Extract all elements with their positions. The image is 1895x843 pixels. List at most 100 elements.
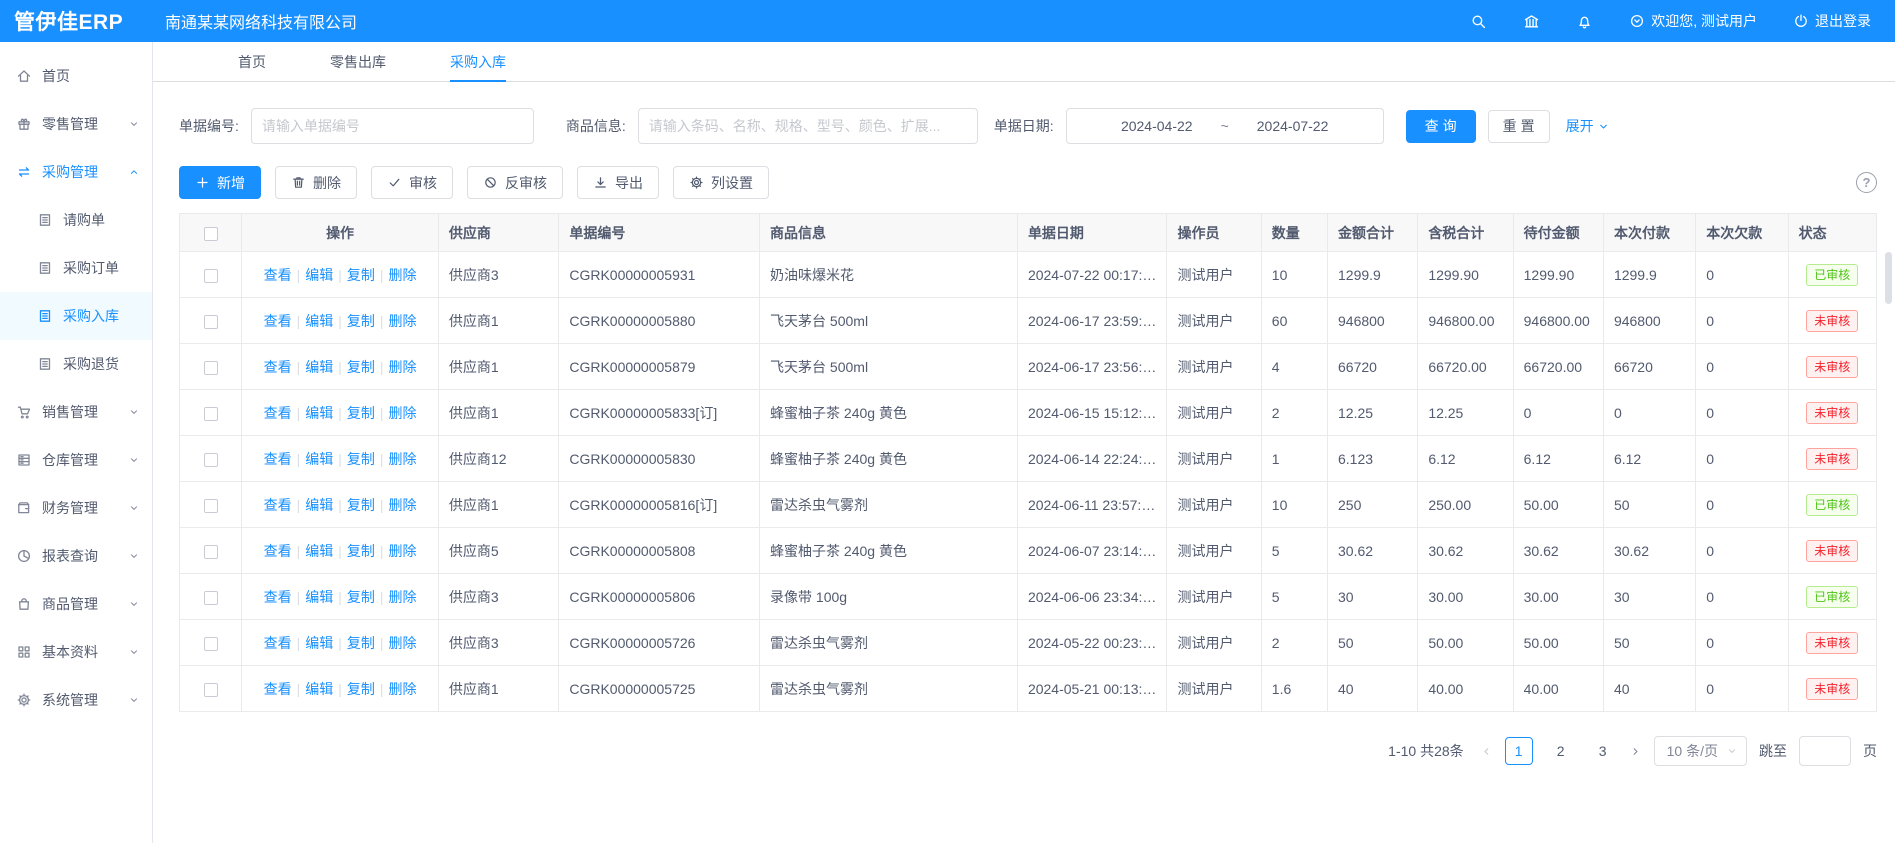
audit-button[interactable]: 审核 bbox=[371, 166, 453, 199]
copy-link[interactable]: 复制 bbox=[347, 267, 375, 283]
delete-link[interactable]: 删除 bbox=[389, 405, 417, 421]
row-checkbox[interactable] bbox=[204, 453, 218, 467]
row-checkbox[interactable] bbox=[204, 407, 218, 421]
view-link[interactable]: 查看 bbox=[264, 267, 292, 283]
date-from-value[interactable]: 2024-04-22 bbox=[1121, 118, 1193, 134]
add-button[interactable]: 新增 bbox=[179, 166, 261, 199]
delete-link[interactable]: 删除 bbox=[389, 635, 417, 651]
tab-purchase-inbound[interactable]: 采购入库 bbox=[450, 42, 506, 81]
view-link[interactable]: 查看 bbox=[264, 635, 292, 651]
edit-link[interactable]: 编辑 bbox=[305, 359, 333, 375]
bill-no-input[interactable] bbox=[251, 108, 534, 144]
row-checkbox[interactable] bbox=[204, 269, 218, 283]
sidebar-item-system[interactable]: 系统管理 bbox=[0, 676, 152, 724]
copy-link[interactable]: 复制 bbox=[347, 589, 375, 605]
sidebar-item-purchase-inbound[interactable]: 采购入库 bbox=[0, 292, 152, 340]
product-info-input[interactable] bbox=[638, 108, 978, 144]
row-select-cell bbox=[180, 252, 242, 298]
row-checkbox[interactable] bbox=[204, 499, 218, 513]
tab-home[interactable]: 首页 bbox=[238, 42, 266, 81]
copy-link[interactable]: 复制 bbox=[347, 635, 375, 651]
copy-link[interactable]: 复制 bbox=[347, 451, 375, 467]
table-scrollbar[interactable] bbox=[1885, 252, 1892, 304]
prev-page-button[interactable] bbox=[1480, 745, 1493, 758]
row-checkbox[interactable] bbox=[204, 315, 218, 329]
date-to-value[interactable]: 2024-07-22 bbox=[1257, 118, 1329, 134]
tab-retail-outbound[interactable]: 零售出库 bbox=[330, 42, 386, 81]
sidebar-item-warehouse[interactable]: 仓库管理 bbox=[0, 436, 152, 484]
delete-link[interactable]: 删除 bbox=[389, 267, 417, 283]
page-button-3[interactable]: 3 bbox=[1589, 737, 1617, 765]
delete-link[interactable]: 删除 bbox=[389, 359, 417, 375]
jump-page-input[interactable] bbox=[1799, 736, 1851, 766]
view-link[interactable]: 查看 bbox=[264, 543, 292, 559]
sidebar-item-purchase[interactable]: 采购管理 bbox=[0, 148, 152, 196]
unaudit-button[interactable]: 反审核 bbox=[467, 166, 563, 199]
help-icon[interactable]: ? bbox=[1856, 172, 1877, 193]
sidebar-item-retail[interactable]: 零售管理 bbox=[0, 100, 152, 148]
copy-link[interactable]: 复制 bbox=[347, 681, 375, 697]
page-size-select[interactable]: 10 条/页 bbox=[1654, 736, 1747, 766]
edit-link[interactable]: 编辑 bbox=[305, 313, 333, 329]
logout-button[interactable]: 退出登录 bbox=[1793, 11, 1871, 31]
sidebar-item-sales[interactable]: 销售管理 bbox=[0, 388, 152, 436]
view-link[interactable]: 查看 bbox=[264, 681, 292, 697]
next-page-button[interactable] bbox=[1629, 745, 1642, 758]
view-link[interactable]: 查看 bbox=[264, 405, 292, 421]
page-button-1[interactable]: 1 bbox=[1505, 737, 1533, 765]
edit-link[interactable]: 编辑 bbox=[305, 405, 333, 421]
delete-link[interactable]: 删除 bbox=[389, 681, 417, 697]
cell-date: 2024-07-22 00:17:09 bbox=[1017, 252, 1167, 298]
row-checkbox[interactable] bbox=[204, 545, 218, 559]
row-checkbox[interactable] bbox=[204, 683, 218, 697]
delete-link[interactable]: 删除 bbox=[389, 497, 417, 513]
sidebar-item-purchase-order[interactable]: 采购订单 bbox=[0, 244, 152, 292]
delete-link[interactable]: 删除 bbox=[389, 313, 417, 329]
page-button-2[interactable]: 2 bbox=[1547, 737, 1575, 765]
sidebar-item-home[interactable]: 首页 bbox=[0, 52, 152, 100]
sidebar-item-purchase-request[interactable]: 请购单 bbox=[0, 196, 152, 244]
edit-link[interactable]: 编辑 bbox=[305, 267, 333, 283]
view-link[interactable]: 查看 bbox=[264, 313, 292, 329]
reset-button[interactable]: 重置 bbox=[1488, 110, 1550, 143]
view-link[interactable]: 查看 bbox=[264, 497, 292, 513]
edit-link[interactable]: 编辑 bbox=[305, 497, 333, 513]
copy-link[interactable]: 复制 bbox=[347, 497, 375, 513]
search-icon[interactable] bbox=[1470, 13, 1487, 30]
organization-icon[interactable] bbox=[1523, 13, 1540, 30]
view-link[interactable]: 查看 bbox=[264, 359, 292, 375]
copy-link[interactable]: 复制 bbox=[347, 313, 375, 329]
edit-link[interactable]: 编辑 bbox=[305, 635, 333, 651]
search-button[interactable]: 查询 bbox=[1406, 110, 1476, 143]
copy-link[interactable]: 复制 bbox=[347, 359, 375, 375]
sidebar-item-purchase-return[interactable]: 采购退货 bbox=[0, 340, 152, 388]
edit-link[interactable]: 编辑 bbox=[305, 589, 333, 605]
sidebar-item-reports[interactable]: 报表查询 bbox=[0, 532, 152, 580]
edit-link[interactable]: 编辑 bbox=[305, 543, 333, 559]
edit-link[interactable]: 编辑 bbox=[305, 451, 333, 467]
view-link[interactable]: 查看 bbox=[264, 451, 292, 467]
row-checkbox[interactable] bbox=[204, 591, 218, 605]
sidebar-item-finance[interactable]: 财务管理 bbox=[0, 484, 152, 532]
notifications-icon[interactable] bbox=[1576, 13, 1593, 30]
select-all-checkbox[interactable] bbox=[204, 227, 218, 241]
expand-link[interactable]: 展开 bbox=[1566, 116, 1610, 136]
welcome-user[interactable]: 欢迎您, 测试用户 bbox=[1629, 11, 1757, 31]
delete-link[interactable]: 删除 bbox=[389, 451, 417, 467]
row-checkbox[interactable] bbox=[204, 637, 218, 651]
cell-status: 已审核 bbox=[1788, 482, 1876, 528]
sidebar-item-basic-data[interactable]: 基本资料 bbox=[0, 628, 152, 676]
export-button[interactable]: 导出 bbox=[577, 166, 659, 199]
date-range-picker[interactable]: 2024-04-22 ~ 2024-07-22 bbox=[1066, 108, 1384, 144]
sidebar-item-products[interactable]: 商品管理 bbox=[0, 580, 152, 628]
copy-link[interactable]: 复制 bbox=[347, 405, 375, 421]
row-checkbox[interactable] bbox=[204, 361, 218, 375]
copy-link[interactable]: 复制 bbox=[347, 543, 375, 559]
column-settings-button[interactable]: 列设置 bbox=[673, 166, 769, 199]
edit-link[interactable]: 编辑 bbox=[305, 681, 333, 697]
delete-link[interactable]: 删除 bbox=[389, 543, 417, 559]
download-icon bbox=[593, 175, 608, 190]
delete-link[interactable]: 删除 bbox=[389, 589, 417, 605]
delete-button[interactable]: 删除 bbox=[275, 166, 357, 199]
view-link[interactable]: 查看 bbox=[264, 589, 292, 605]
